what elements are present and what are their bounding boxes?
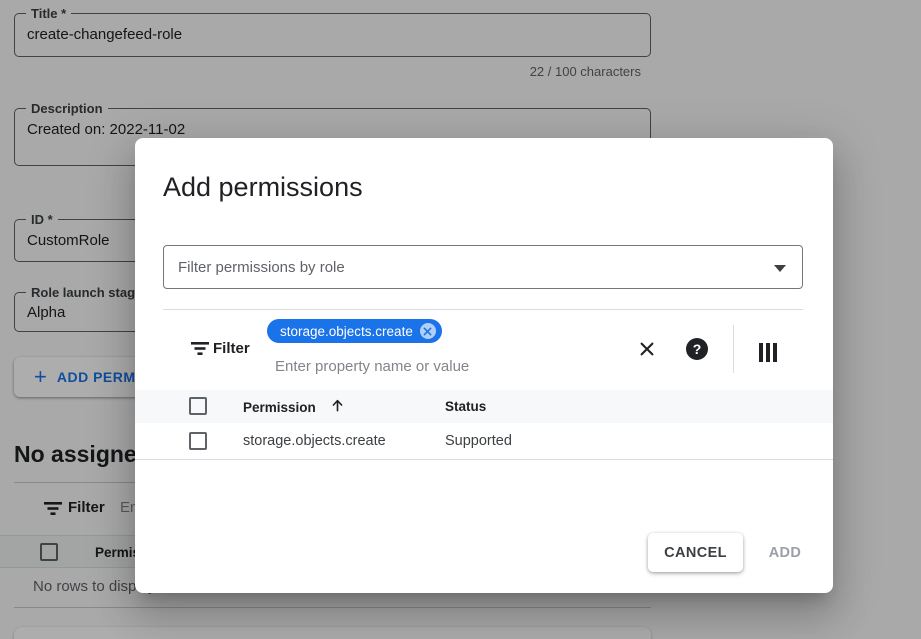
- create-role-page: Title * create-changefeed-role 22 / 100 …: [0, 0, 921, 639]
- cell-status: Supported: [445, 433, 512, 449]
- column-header-permission[interactable]: Permission: [243, 399, 345, 416]
- clear-filter-icon[interactable]: [633, 335, 661, 363]
- filter-icon: [191, 341, 209, 361]
- dialog-table-header: Permission Status: [135, 390, 833, 423]
- select-all-checkbox[interactable]: [189, 397, 207, 415]
- chip-close-icon[interactable]: [420, 323, 436, 339]
- table-row[interactable]: storage.objects.create Supported: [135, 423, 833, 460]
- filter-permissions-by-role-select[interactable]: Filter permissions by role: [163, 245, 803, 289]
- help-glyph: ?: [686, 338, 708, 360]
- row-checkbox[interactable]: [189, 432, 207, 450]
- column-header-status: Status: [445, 399, 486, 414]
- column-permission-label: Permission: [243, 400, 316, 415]
- dialog-filter-input[interactable]: Enter property name or value: [275, 358, 469, 375]
- help-icon[interactable]: ?: [683, 335, 711, 363]
- divider: [163, 309, 803, 310]
- add-permissions-dialog: Add permissions Filter permissions by ro…: [135, 138, 833, 593]
- role-select-value: Filter permissions by role: [178, 259, 345, 276]
- cancel-button[interactable]: CANCEL: [648, 533, 743, 572]
- caret-down-icon: [774, 265, 786, 272]
- filter-chip-text: storage.objects.create: [280, 324, 413, 339]
- divider: [733, 325, 734, 373]
- add-button[interactable]: ADD: [757, 533, 813, 572]
- dialog-filter-label: Filter: [213, 340, 250, 357]
- dialog-title: Add permissions: [163, 172, 363, 203]
- sort-ascending-icon: [330, 397, 345, 416]
- column-display-icon[interactable]: [754, 338, 782, 366]
- cell-permission: storage.objects.create: [243, 433, 386, 449]
- filter-chip[interactable]: storage.objects.create: [267, 319, 442, 343]
